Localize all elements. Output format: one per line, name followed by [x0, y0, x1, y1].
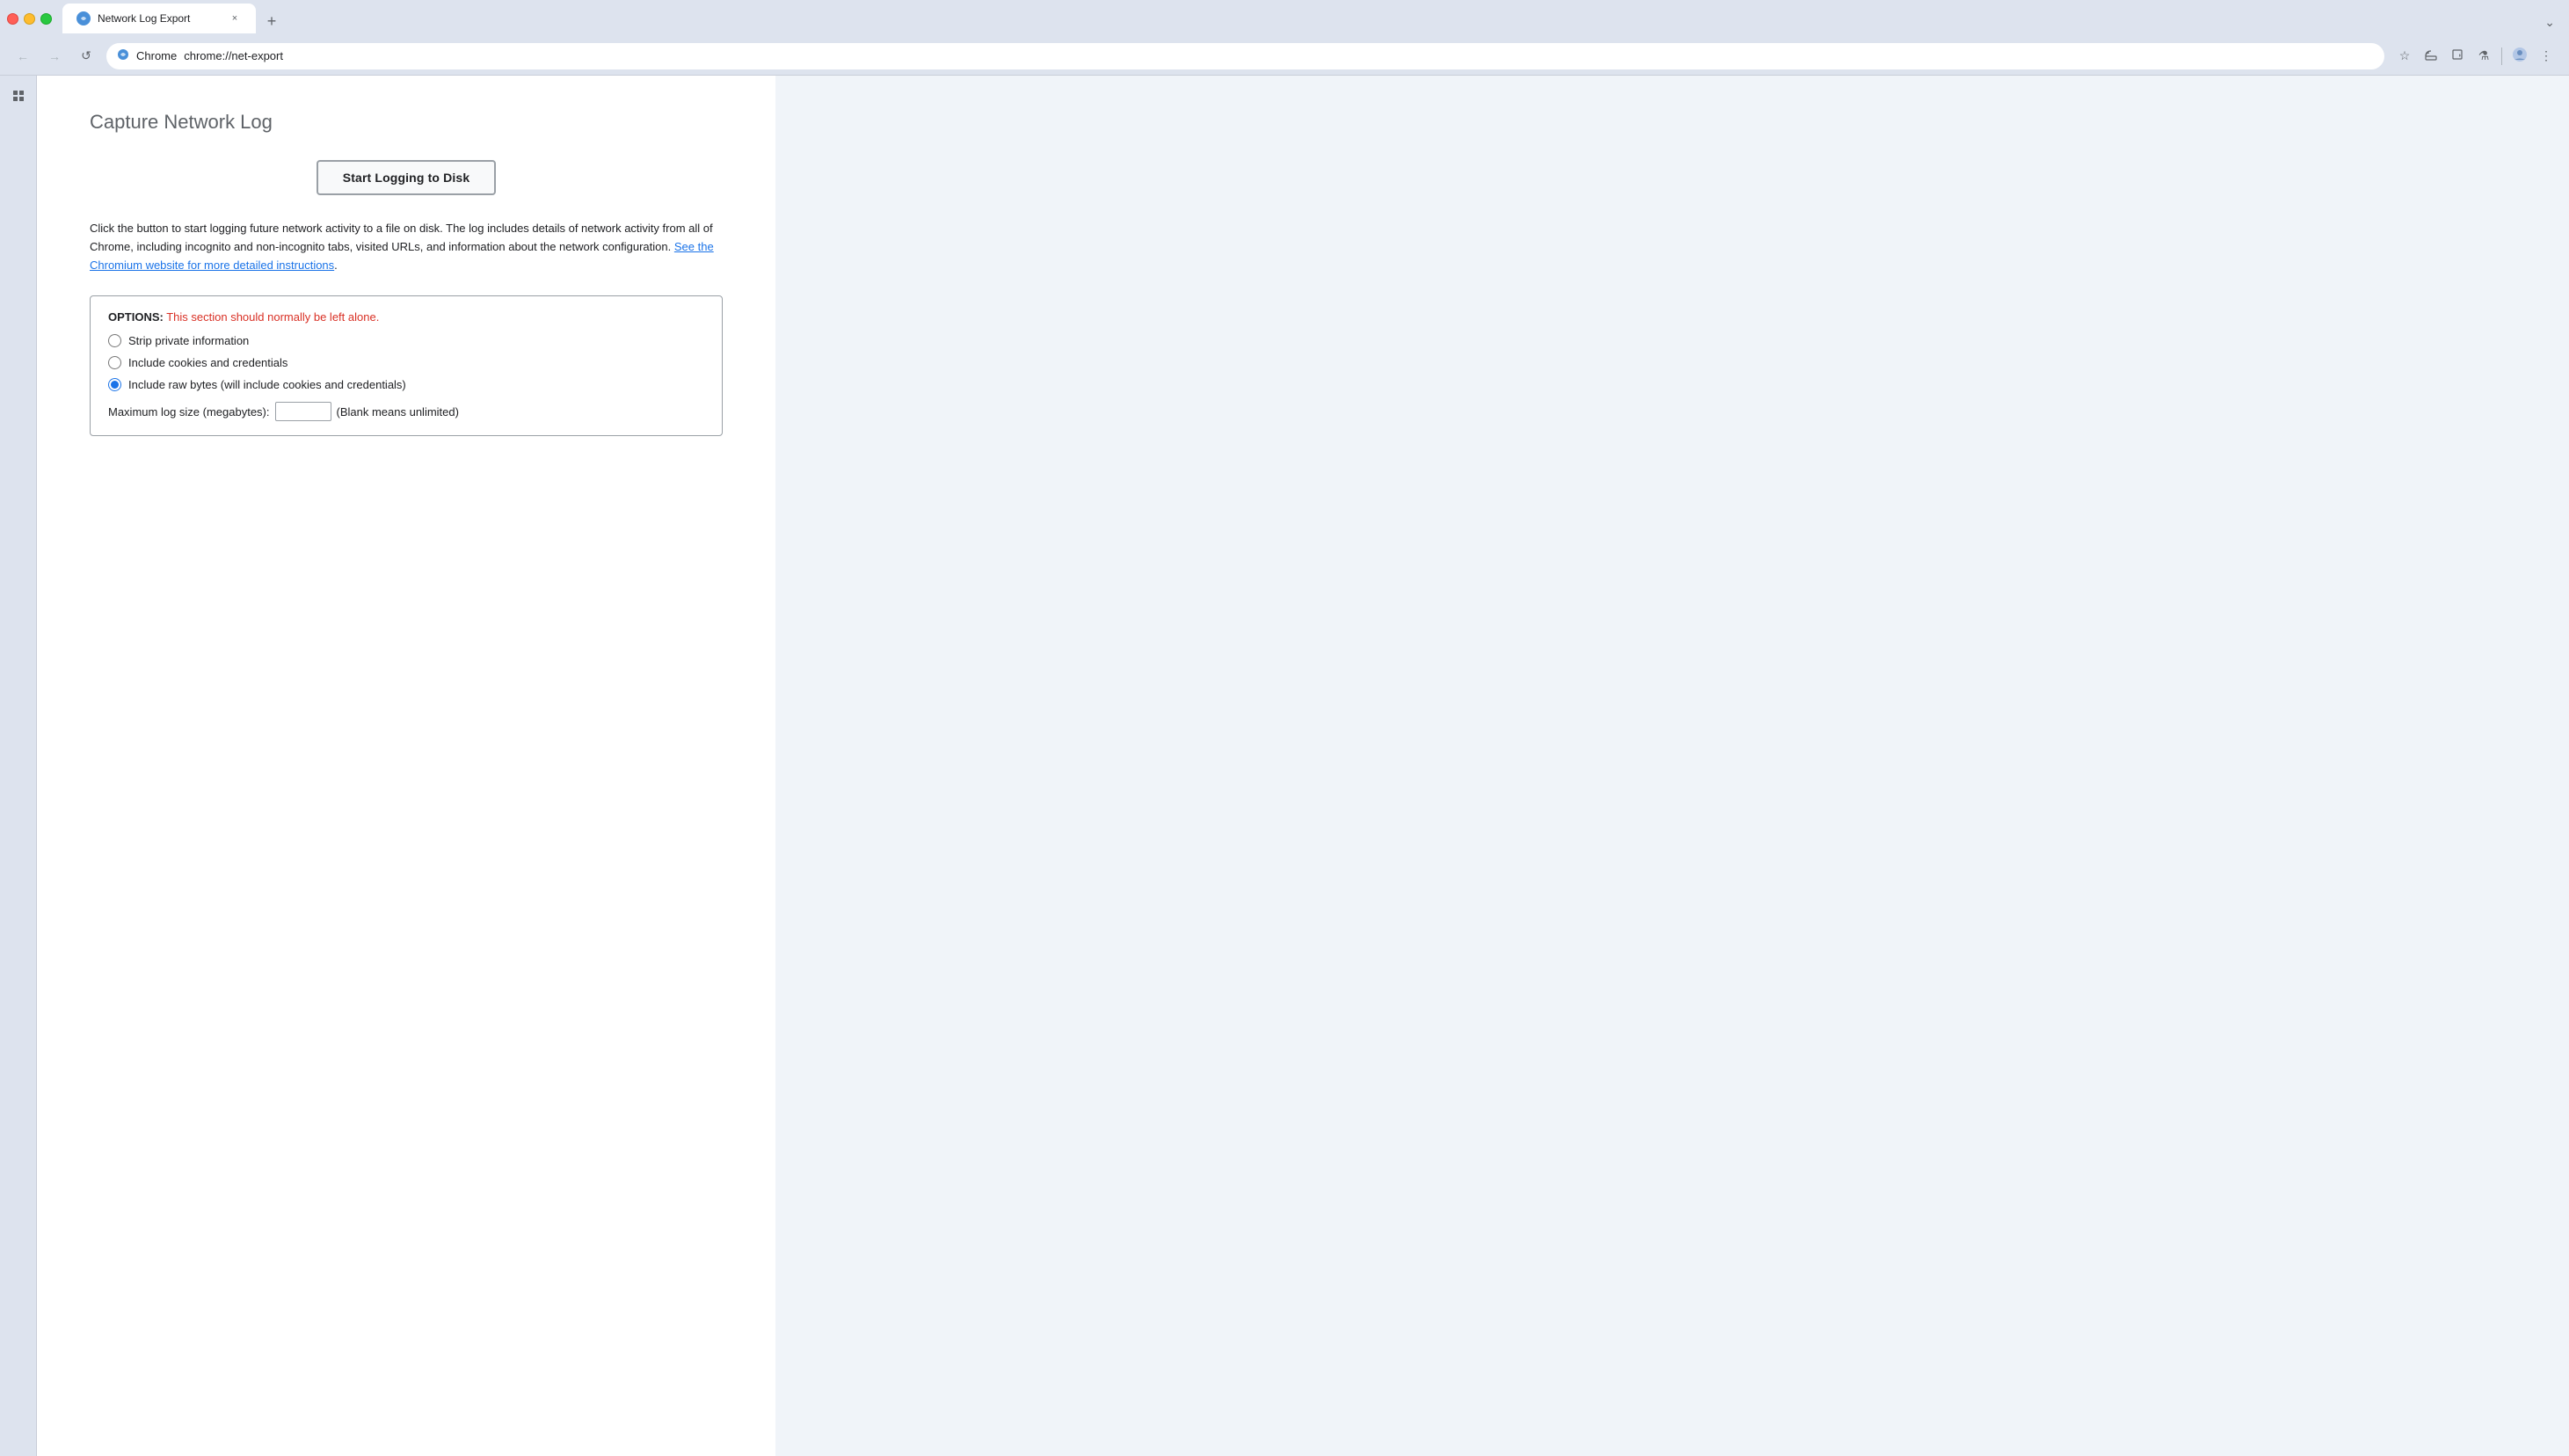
- menu-icon: ⋮: [2540, 48, 2552, 63]
- page-title: Capture Network Log: [90, 111, 723, 134]
- tab-close-button[interactable]: ×: [228, 11, 242, 25]
- page-content: Capture Network Log Start Logging to Dis…: [37, 76, 775, 1456]
- radio-include-raw[interactable]: Include raw bytes (will include cookies …: [108, 378, 704, 391]
- nav-bar: ← → ↺ Chrome chrome://net-export ☆: [0, 37, 2569, 76]
- tab-title: Network Log Export: [98, 12, 221, 25]
- forward-button[interactable]: →: [42, 44, 67, 69]
- radio-strip-private-label: Strip private information: [128, 334, 249, 347]
- radio-include-cookies[interactable]: Include cookies and credentials: [108, 356, 704, 369]
- star-icon: ☆: [2399, 48, 2411, 63]
- description-body: Click the button to start logging future…: [90, 222, 713, 253]
- radio-include-raw-input[interactable]: [108, 378, 121, 391]
- address-bar[interactable]: Chrome chrome://net-export: [106, 42, 2385, 70]
- close-traffic-light[interactable]: [7, 13, 18, 25]
- reload-button[interactable]: ↺: [74, 44, 98, 69]
- puzzle-icon: [2450, 47, 2464, 64]
- nav-icons: ☆ ⚗: [2392, 44, 2558, 69]
- tab-bar: Network Log Export × + ⌄: [62, 4, 2562, 33]
- lab-icon: ⚗: [2478, 48, 2490, 63]
- log-size-label: Maximum log size (megabytes):: [108, 405, 270, 419]
- address-url: chrome://net-export: [184, 49, 283, 62]
- nav-separator: [2501, 47, 2502, 65]
- side-panel: [0, 76, 37, 1456]
- grid-icon: [11, 89, 25, 106]
- new-tab-button[interactable]: +: [259, 9, 284, 33]
- address-source-label: Chrome: [136, 49, 177, 62]
- tab-bar-end: ⌄: [2537, 11, 2562, 33]
- title-bar: Network Log Export × + ⌄: [0, 0, 2569, 37]
- maximize-traffic-light[interactable]: [40, 13, 52, 25]
- radio-strip-private-input[interactable]: [108, 334, 121, 347]
- reload-icon: ↺: [81, 48, 91, 63]
- profile-button[interactable]: [2507, 44, 2532, 69]
- back-button[interactable]: ←: [11, 44, 35, 69]
- extension-cast-button[interactable]: [2419, 44, 2443, 69]
- log-size-hint: (Blank means unlimited): [337, 405, 459, 419]
- extension-puzzle-button[interactable]: [2445, 44, 2470, 69]
- radio-group: Strip private information Include cookie…: [108, 334, 704, 391]
- description-period: .: [334, 258, 338, 272]
- tab-favicon-icon: [76, 11, 91, 25]
- browser-window: Network Log Export × + ⌄ ← → ↺: [0, 0, 2569, 1456]
- description-text: Click the button to start logging future…: [90, 220, 723, 274]
- active-tab[interactable]: Network Log Export ×: [62, 4, 256, 33]
- apps-grid-button[interactable]: [4, 83, 33, 111]
- options-box: OPTIONS: This section should normally be…: [90, 295, 723, 436]
- back-icon: ←: [17, 49, 29, 63]
- tab-list-expand-button[interactable]: ⌄: [2537, 11, 2562, 33]
- traffic-lights: [7, 13, 52, 25]
- profile-icon: [2512, 47, 2528, 65]
- radio-strip-private[interactable]: Strip private information: [108, 334, 704, 347]
- start-logging-button[interactable]: Start Logging to Disk: [317, 160, 497, 195]
- radio-include-raw-label: Include raw bytes (will include cookies …: [128, 378, 406, 391]
- log-size-row: Maximum log size (megabytes): (Blank mea…: [108, 402, 704, 421]
- forward-icon: →: [48, 49, 61, 63]
- options-header: OPTIONS: This section should normally be…: [108, 310, 704, 324]
- address-favicon-icon: [117, 48, 129, 63]
- cast-icon: [2424, 47, 2438, 64]
- extension-lab-button[interactable]: ⚗: [2471, 44, 2496, 69]
- bookmark-star-button[interactable]: ☆: [2392, 44, 2417, 69]
- radio-include-cookies-label: Include cookies and credentials: [128, 356, 287, 369]
- options-header-note: This section should normally be left alo…: [166, 310, 379, 324]
- menu-button[interactable]: ⋮: [2534, 44, 2558, 69]
- minimize-traffic-light[interactable]: [24, 13, 35, 25]
- options-header-label: OPTIONS:: [108, 310, 164, 324]
- radio-include-cookies-input[interactable]: [108, 356, 121, 369]
- log-size-input[interactable]: [275, 402, 331, 421]
